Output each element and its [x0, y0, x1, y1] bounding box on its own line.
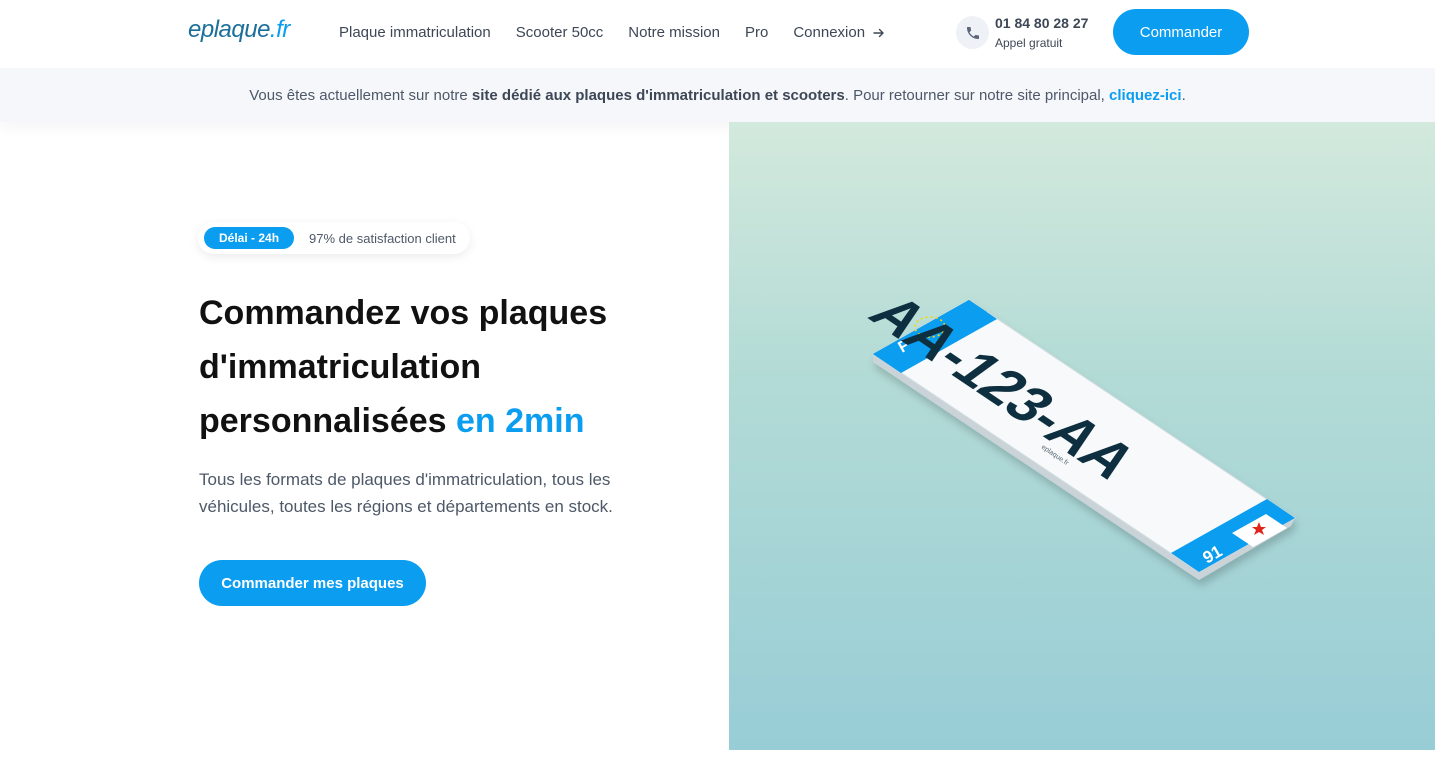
nav-connexion-label: Connexion: [793, 24, 866, 41]
info-bar: Vous êtes actuellement sur notre site dé…: [0, 68, 1435, 122]
hero-image: F AA-123-AA 91 eplaque.fr: [729, 122, 1435, 750]
main-nav: Plaque immatriculation Scooter 50cc Notr…: [339, 24, 910, 41]
delivery-badge-group: Délai - 24h 97% de satisfaction client: [198, 222, 470, 254]
info-prefix: Vous êtes actuellement sur notre: [249, 86, 468, 104]
arrow-right-icon: [873, 28, 884, 37]
nav-plaque-immatriculation[interactable]: Plaque immatriculation: [339, 24, 491, 41]
phone-label: Appel gratuit: [995, 36, 1063, 50]
delivery-badge: Délai - 24h: [204, 227, 295, 249]
phone-icon: [956, 16, 989, 49]
commander-button[interactable]: Commander: [1113, 9, 1249, 55]
plate-number: AA-123-AA: [855, 286, 1151, 488]
satisfaction-text: 97% de satisfaction client: [309, 230, 456, 246]
phone-contact[interactable]: 01 84 80 28 27 Appel gratuit: [956, 14, 1088, 52]
info-middle: . Pour retourner sur notre site principa…: [844, 86, 1105, 104]
main-site-link[interactable]: cliquez-ici: [1109, 87, 1182, 104]
phone-number: 01 84 80 28 27: [995, 15, 1089, 31]
nav-notre-mission[interactable]: Notre mission: [628, 24, 720, 41]
logo-text: eplaque: [188, 16, 270, 43]
nav-pro[interactable]: Pro: [745, 24, 768, 41]
info-suffix: .: [1181, 86, 1186, 104]
hero-title-accent: en 2min: [456, 402, 585, 440]
nav-scooter-50cc[interactable]: Scooter 50cc: [516, 24, 604, 41]
logo[interactable]: eplaque.fr: [188, 16, 290, 44]
logo-tld: .fr: [269, 16, 290, 43]
info-bold: site dédié aux plaques d'immatriculation…: [471, 86, 845, 104]
commander-mes-plaques-button[interactable]: Commander mes plaques: [199, 560, 426, 606]
nav-connexion[interactable]: Connexion: [793, 24, 885, 41]
hero-title: Commandez vos plaques d'immatriculation …: [199, 286, 659, 448]
site-header: eplaque.fr Plaque immatriculation Scoote…: [0, 0, 1435, 68]
license-plate-illustration: F AA-123-AA 91 eplaque.fr: [855, 286, 1296, 580]
hero-description: Tous les formats de plaques d'immatricul…: [199, 470, 613, 516]
